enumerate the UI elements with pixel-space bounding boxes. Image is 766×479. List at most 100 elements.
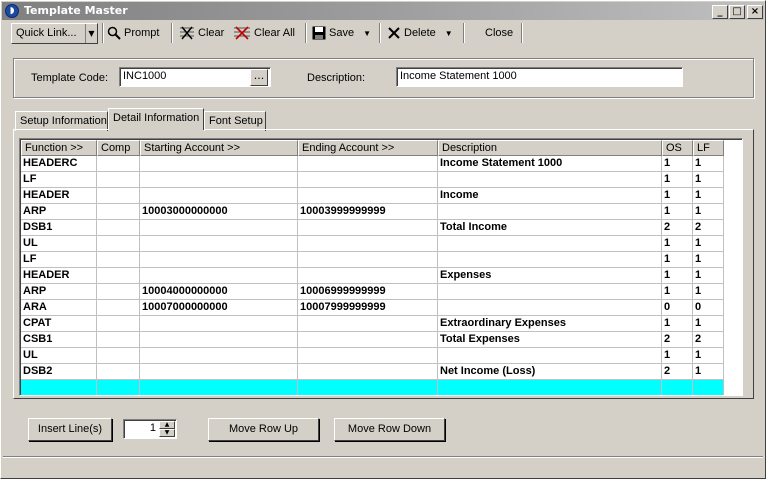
cell-description[interactable]: Net Income (Loss): [438, 364, 662, 380]
cell-ending-account[interactable]: [298, 220, 438, 236]
cell-comp[interactable]: [97, 220, 140, 236]
cell-description[interactable]: [438, 204, 662, 220]
cell-os[interactable]: 2: [662, 220, 693, 236]
cell-description[interactable]: [438, 252, 662, 268]
cell-starting-account[interactable]: 10003000000000: [140, 204, 298, 220]
clear-all-button[interactable]: Clear All: [233, 23, 295, 43]
save-dropdown-arrow-icon[interactable]: ▼: [363, 29, 371, 38]
cell-description[interactable]: Extraordinary Expenses: [438, 316, 662, 332]
table-row[interactable]: ARA 10007000000000 10007999999999 0 0: [21, 300, 724, 316]
cell-ending-account[interactable]: [298, 364, 438, 380]
cell-function[interactable]: [21, 380, 97, 395]
clear-button[interactable]: Clear: [179, 23, 224, 43]
delete-button[interactable]: Delete ▼: [387, 23, 453, 43]
cell-ending-account[interactable]: 10003999999999: [298, 204, 438, 220]
cell-lf[interactable]: 0: [693, 300, 724, 316]
cell-description[interactable]: [438, 380, 662, 395]
cell-lf[interactable]: 1: [693, 348, 724, 364]
cell-os[interactable]: 2: [662, 332, 693, 348]
cell-comp[interactable]: [97, 332, 140, 348]
cell-os[interactable]: 0: [662, 300, 693, 316]
cell-function[interactable]: HEADERC: [21, 156, 97, 172]
insert-lines-button[interactable]: Insert Line(s): [28, 418, 112, 441]
cell-os[interactable]: 1: [662, 348, 693, 364]
cell-ending-account[interactable]: [298, 380, 438, 395]
cell-description[interactable]: [438, 348, 662, 364]
cell-starting-account[interactable]: [140, 188, 298, 204]
cell-description[interactable]: Total Income: [438, 220, 662, 236]
description-field[interactable]: Income Statement 1000: [396, 67, 683, 87]
cell-function[interactable]: LF: [21, 252, 97, 268]
cell-comp[interactable]: [97, 380, 140, 395]
cell-comp[interactable]: [97, 156, 140, 172]
cell-comp[interactable]: [97, 316, 140, 332]
cell-lf[interactable]: [693, 380, 724, 395]
cell-starting-account[interactable]: [140, 252, 298, 268]
cell-ending-account[interactable]: [298, 332, 438, 348]
table-row[interactable]: HEADER Income 1 1: [21, 188, 724, 204]
insert-count-stepper[interactable]: 1 ▲ ▼: [123, 419, 177, 439]
cell-ending-account[interactable]: [298, 172, 438, 188]
table-row[interactable]: ARP 10004000000000 10006999999999 1 1: [21, 284, 724, 300]
cell-ending-account[interactable]: [298, 348, 438, 364]
cell-comp[interactable]: [97, 364, 140, 380]
cell-function[interactable]: LF: [21, 172, 97, 188]
close-window-button[interactable]: ×: [747, 5, 763, 19]
cell-starting-account[interactable]: [140, 316, 298, 332]
table-row[interactable]: DSB2 Net Income (Loss) 2 1: [21, 364, 724, 380]
cell-lf[interactable]: 1: [693, 204, 724, 220]
cell-os[interactable]: 1: [662, 236, 693, 252]
cell-os[interactable]: 1: [662, 188, 693, 204]
cell-lf[interactable]: 1: [693, 364, 724, 380]
cell-comp[interactable]: [97, 348, 140, 364]
table-row[interactable]: ARP 10003000000000 10003999999999 1 1: [21, 204, 724, 220]
table-row[interactable]: LF 1 1: [21, 172, 724, 188]
cell-ending-account[interactable]: 10006999999999: [298, 284, 438, 300]
table-row[interactable]: HEADERC Income Statement 1000 1 1: [21, 156, 724, 172]
title-bar[interactable]: ◗ Template Master _ □ ×: [2, 2, 764, 20]
cell-function[interactable]: CPAT: [21, 316, 97, 332]
cell-lf[interactable]: 1: [693, 252, 724, 268]
cell-function[interactable]: HEADER: [21, 188, 97, 204]
template-code-field[interactable]: INC1000: [119, 67, 271, 87]
cell-starting-account[interactable]: [140, 332, 298, 348]
cell-description[interactable]: Total Expenses: [438, 332, 662, 348]
column-header-ending-account[interactable]: Ending Account >>: [298, 140, 438, 156]
detail-grid[interactable]: Function >> Comp Starting Account >> End…: [19, 138, 743, 396]
cell-lf[interactable]: 1: [693, 172, 724, 188]
cell-description[interactable]: Income Statement 1000: [438, 156, 662, 172]
table-row[interactable]: DSB1 Total Income 2 2: [21, 220, 724, 236]
tab-detail-information[interactable]: Detail Information: [108, 108, 204, 130]
cell-description[interactable]: Expenses: [438, 268, 662, 284]
column-header-starting-account[interactable]: Starting Account >>: [140, 140, 298, 156]
tab-font-setup[interactable]: Font Setup: [204, 111, 266, 131]
cell-description[interactable]: [438, 284, 662, 300]
cell-description[interactable]: [438, 172, 662, 188]
cell-os[interactable]: 1: [662, 284, 693, 300]
stepper-up-arrow-icon[interactable]: ▲: [159, 421, 175, 429]
cell-starting-account[interactable]: [140, 364, 298, 380]
table-row[interactable]: CPAT Extraordinary Expenses 1 1: [21, 316, 724, 332]
cell-os[interactable]: 2: [662, 364, 693, 380]
cell-function[interactable]: ARP: [21, 284, 97, 300]
cell-comp[interactable]: [97, 172, 140, 188]
table-row[interactable]: UL 1 1: [21, 236, 724, 252]
cell-comp[interactable]: [97, 284, 140, 300]
cell-starting-account[interactable]: [140, 348, 298, 364]
cell-comp[interactable]: [97, 268, 140, 284]
cell-starting-account[interactable]: [140, 172, 298, 188]
cell-comp[interactable]: [97, 204, 140, 220]
cell-description[interactable]: [438, 236, 662, 252]
tab-setup-information[interactable]: Setup Information: [15, 111, 108, 131]
cell-starting-account[interactable]: [140, 380, 298, 395]
column-header-lf[interactable]: LF: [693, 140, 724, 156]
cell-lf[interactable]: 2: [693, 332, 724, 348]
cell-lf[interactable]: 1: [693, 236, 724, 252]
stepper-down-arrow-icon[interactable]: ▼: [159, 429, 175, 437]
cell-description[interactable]: [438, 300, 662, 316]
cell-lf[interactable]: 2: [693, 220, 724, 236]
cell-function[interactable]: ARP: [21, 204, 97, 220]
minimize-button[interactable]: _: [712, 5, 728, 19]
cell-os[interactable]: 1: [662, 268, 693, 284]
cell-lf[interactable]: 1: [693, 316, 724, 332]
